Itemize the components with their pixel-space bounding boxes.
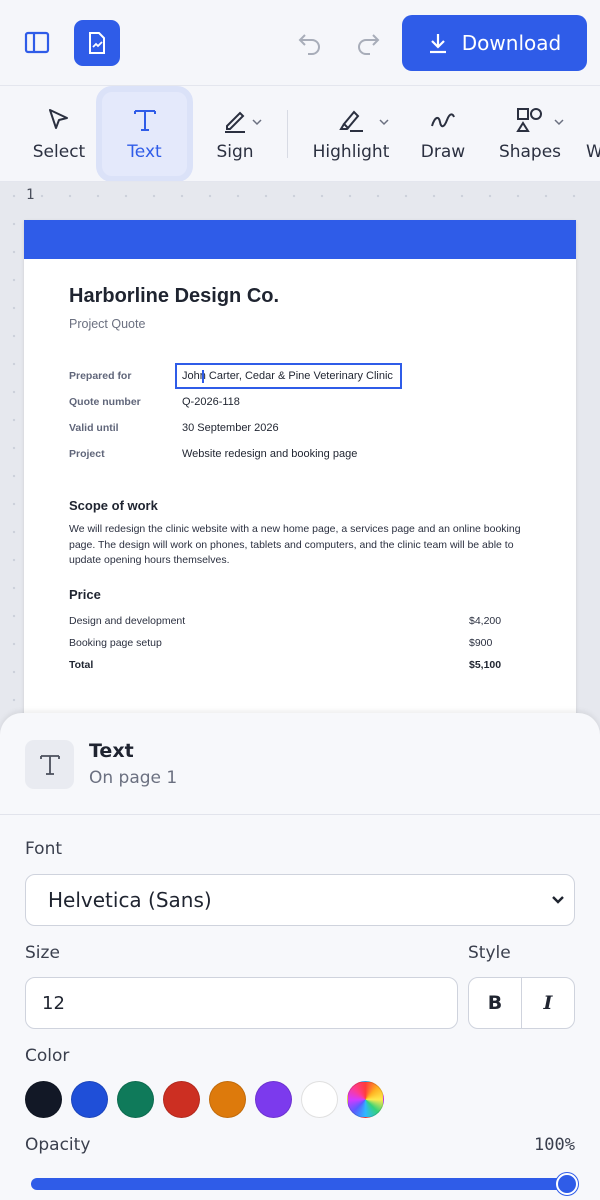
chevron-down-icon [554, 119, 564, 126]
download-button[interactable]: Download [402, 15, 587, 71]
field-label: Quote number [69, 396, 141, 408]
panel-header: Text On page 1 [0, 713, 600, 815]
chevron-down-icon [252, 119, 262, 126]
tool-draw-label: Draw [420, 142, 466, 162]
panel-subtitle: On page 1 [89, 768, 178, 788]
bold-button[interactable]: B [469, 978, 522, 1028]
toolbar-divider [287, 110, 288, 158]
color-label: Color [25, 1046, 70, 1066]
font-select[interactable]: Helvetica (Sans) [25, 874, 575, 926]
field-value: Q-2026-118 [182, 396, 240, 408]
tool-shapes[interactable]: Shapes [492, 86, 568, 181]
color-swatch[interactable] [163, 1081, 200, 1118]
color-swatch[interactable] [25, 1081, 62, 1118]
color-swatch[interactable] [209, 1081, 246, 1118]
tool-more-label: W [586, 142, 600, 162]
text-properties-panel: Text On page 1 Font Helvetica (Sans) Siz… [0, 713, 600, 1200]
field-value-prepared-for[interactable]: John Carter, Cedar & Pine Veterinary Cli… [182, 370, 393, 382]
highlighter-icon [339, 110, 363, 132]
size-input[interactable]: 12 [25, 977, 458, 1029]
size-value: 12 [42, 992, 65, 1014]
font-label: Font [25, 839, 63, 859]
redo-icon[interactable] [352, 30, 382, 56]
document-button[interactable] [74, 20, 120, 66]
tool-sign[interactable]: Sign [198, 86, 272, 181]
tool-select-label: Select [32, 142, 86, 162]
tool-text[interactable]: Text [96, 86, 193, 181]
top-bar: Download [0, 0, 600, 86]
tool-shapes-label: Shapes [498, 142, 562, 162]
panel-title: Text [89, 740, 134, 762]
color-swatch[interactable] [117, 1081, 154, 1118]
size-label: Size [25, 943, 60, 963]
tool-highlight-label: Highlight [312, 142, 390, 162]
price-row-label: Design and development [69, 615, 186, 627]
download-icon [429, 34, 446, 54]
squiggle-icon [431, 113, 455, 128]
document-canvas[interactable]: 1 Harborline Design Co. Project Quote Pr… [0, 182, 600, 742]
opacity-slider-thumb[interactable] [556, 1173, 578, 1195]
text-cursor [202, 370, 204, 383]
color-swatch[interactable] [347, 1081, 384, 1118]
price-heading: Price [69, 587, 101, 602]
chevron-down-icon [379, 119, 389, 126]
text-t-icon [25, 740, 74, 789]
tool-bar: Select Text Sign Highlight Draw Shapes W [0, 86, 600, 182]
page-number: 1 [26, 187, 35, 203]
field-value: 30 September 2026 [182, 422, 279, 434]
undo-icon[interactable] [296, 30, 326, 56]
tool-sign-label: Sign [216, 142, 254, 162]
color-swatch[interactable] [255, 1081, 292, 1118]
tool-select[interactable]: Select [20, 86, 98, 181]
field-label: Valid until [69, 422, 119, 434]
style-toggle-group: B I [468, 977, 575, 1029]
price-row-amount: $4,200 [469, 615, 502, 627]
italic-button[interactable]: I [522, 978, 574, 1028]
document-subtitle: Project Quote [69, 317, 146, 331]
opacity-value: 100% [534, 1135, 575, 1155]
tool-draw[interactable]: Draw [410, 86, 476, 181]
price-total-amount: $5,100 [469, 659, 502, 671]
price-total-label: Total [69, 659, 94, 671]
field-label: Prepared for [69, 370, 132, 382]
font-select-value: Helvetica (Sans) [48, 888, 212, 912]
document-title: Harborline Design Co. [69, 285, 280, 307]
header-band [24, 220, 576, 259]
pen-icon [225, 111, 245, 133]
scope-paragraph: We will redesign the clinic website with… [69, 523, 521, 566]
price-row-amount: $900 [469, 637, 493, 649]
color-swatch[interactable] [71, 1081, 108, 1118]
shapes-icon [516, 108, 542, 132]
tool-highlight[interactable]: Highlight [305, 86, 397, 181]
cursor-arrow-icon [49, 109, 68, 129]
text-t-icon [133, 110, 156, 131]
style-label: Style [468, 943, 511, 963]
field-value: Website redesign and booking page [182, 448, 358, 460]
tool-text-label: Text [127, 142, 162, 162]
download-label: Download [461, 31, 562, 55]
field-label: Project [69, 448, 105, 460]
document-chart-icon [89, 32, 105, 54]
opacity-label: Opacity [25, 1135, 91, 1155]
tool-more[interactable]: W [586, 86, 600, 181]
chevron-down-icon [552, 896, 564, 904]
price-row-label: Booking page setup [69, 637, 162, 649]
color-swatch[interactable] [301, 1081, 338, 1118]
opacity-slider-track[interactable] [31, 1178, 569, 1190]
scope-heading: Scope of work [69, 498, 158, 513]
document-page[interactable]: Harborline Design Co. Project Quote Prep… [24, 220, 576, 742]
sidebar-toggle-icon[interactable] [24, 30, 52, 56]
